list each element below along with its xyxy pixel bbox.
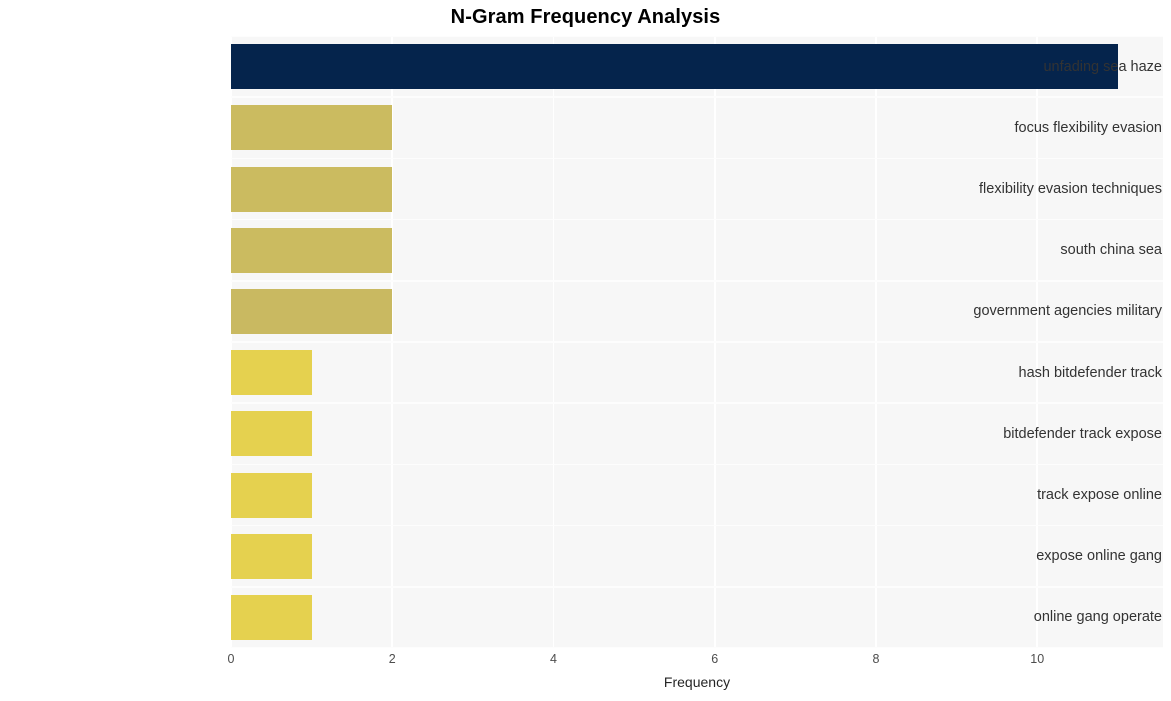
y-axis-tick-label: government agencies military	[973, 303, 1162, 320]
gridline-horizontal-3	[231, 218, 1163, 221]
y-axis-tick-label: flexibility evasion techniques	[979, 181, 1162, 197]
y-axis-tick-label: online gang operate	[1033, 609, 1162, 626]
bar	[231, 411, 312, 457]
bar	[231, 350, 312, 396]
bar	[231, 594, 312, 640]
x-axis-tick-label: 4	[550, 652, 557, 666]
chart-title: N-Gram Frequency Analysis	[450, 6, 721, 28]
y-axis-tick-label: south china sea	[1060, 242, 1162, 259]
y-axis-tick-label: bitdefender track expose	[1003, 425, 1162, 442]
x-axis-label: Frequency	[663, 674, 731, 690]
bar	[231, 227, 393, 273]
gridline-horizontal-6	[231, 402, 1163, 404]
gridline-horizontal-9	[231, 586, 1163, 588]
y-axis-tick-label: unfading sea haze	[1043, 58, 1162, 75]
y-axis-tick-label: expose online gang	[1036, 548, 1162, 565]
x-axis-tick-label: 10	[1030, 652, 1045, 666]
x-axis-tick-label: 0	[227, 652, 235, 666]
y-axis-tick-label: focus flexibility evasion	[1014, 119, 1163, 136]
x-axis-tick-label: 8	[872, 652, 880, 666]
bar	[231, 533, 312, 579]
chart-figure: N-Gram Frequency Analysis unfading sea h…	[0, 0, 1171, 701]
x-axis-tick-label: 6	[711, 652, 719, 666]
gridline-horizontal-10	[231, 647, 1163, 648]
bar	[231, 288, 393, 334]
gridline-horizontal-7	[231, 463, 1163, 466]
bar	[231, 105, 393, 151]
gridline-horizontal-0	[231, 36, 1163, 37]
bar	[231, 166, 393, 212]
y-axis-tick-label: hash bitdefender track	[1018, 364, 1162, 381]
gridline-horizontal-5	[231, 341, 1163, 343]
gridline-horizontal-8	[231, 524, 1163, 527]
x-axis-tick-label: 2	[388, 652, 396, 666]
gridline-horizontal-4	[231, 280, 1163, 282]
gridline-horizontal-2	[231, 157, 1163, 160]
gridline-horizontal-1	[231, 96, 1163, 98]
y-axis-tick-label: track expose online	[1037, 487, 1162, 503]
bar	[231, 472, 312, 518]
